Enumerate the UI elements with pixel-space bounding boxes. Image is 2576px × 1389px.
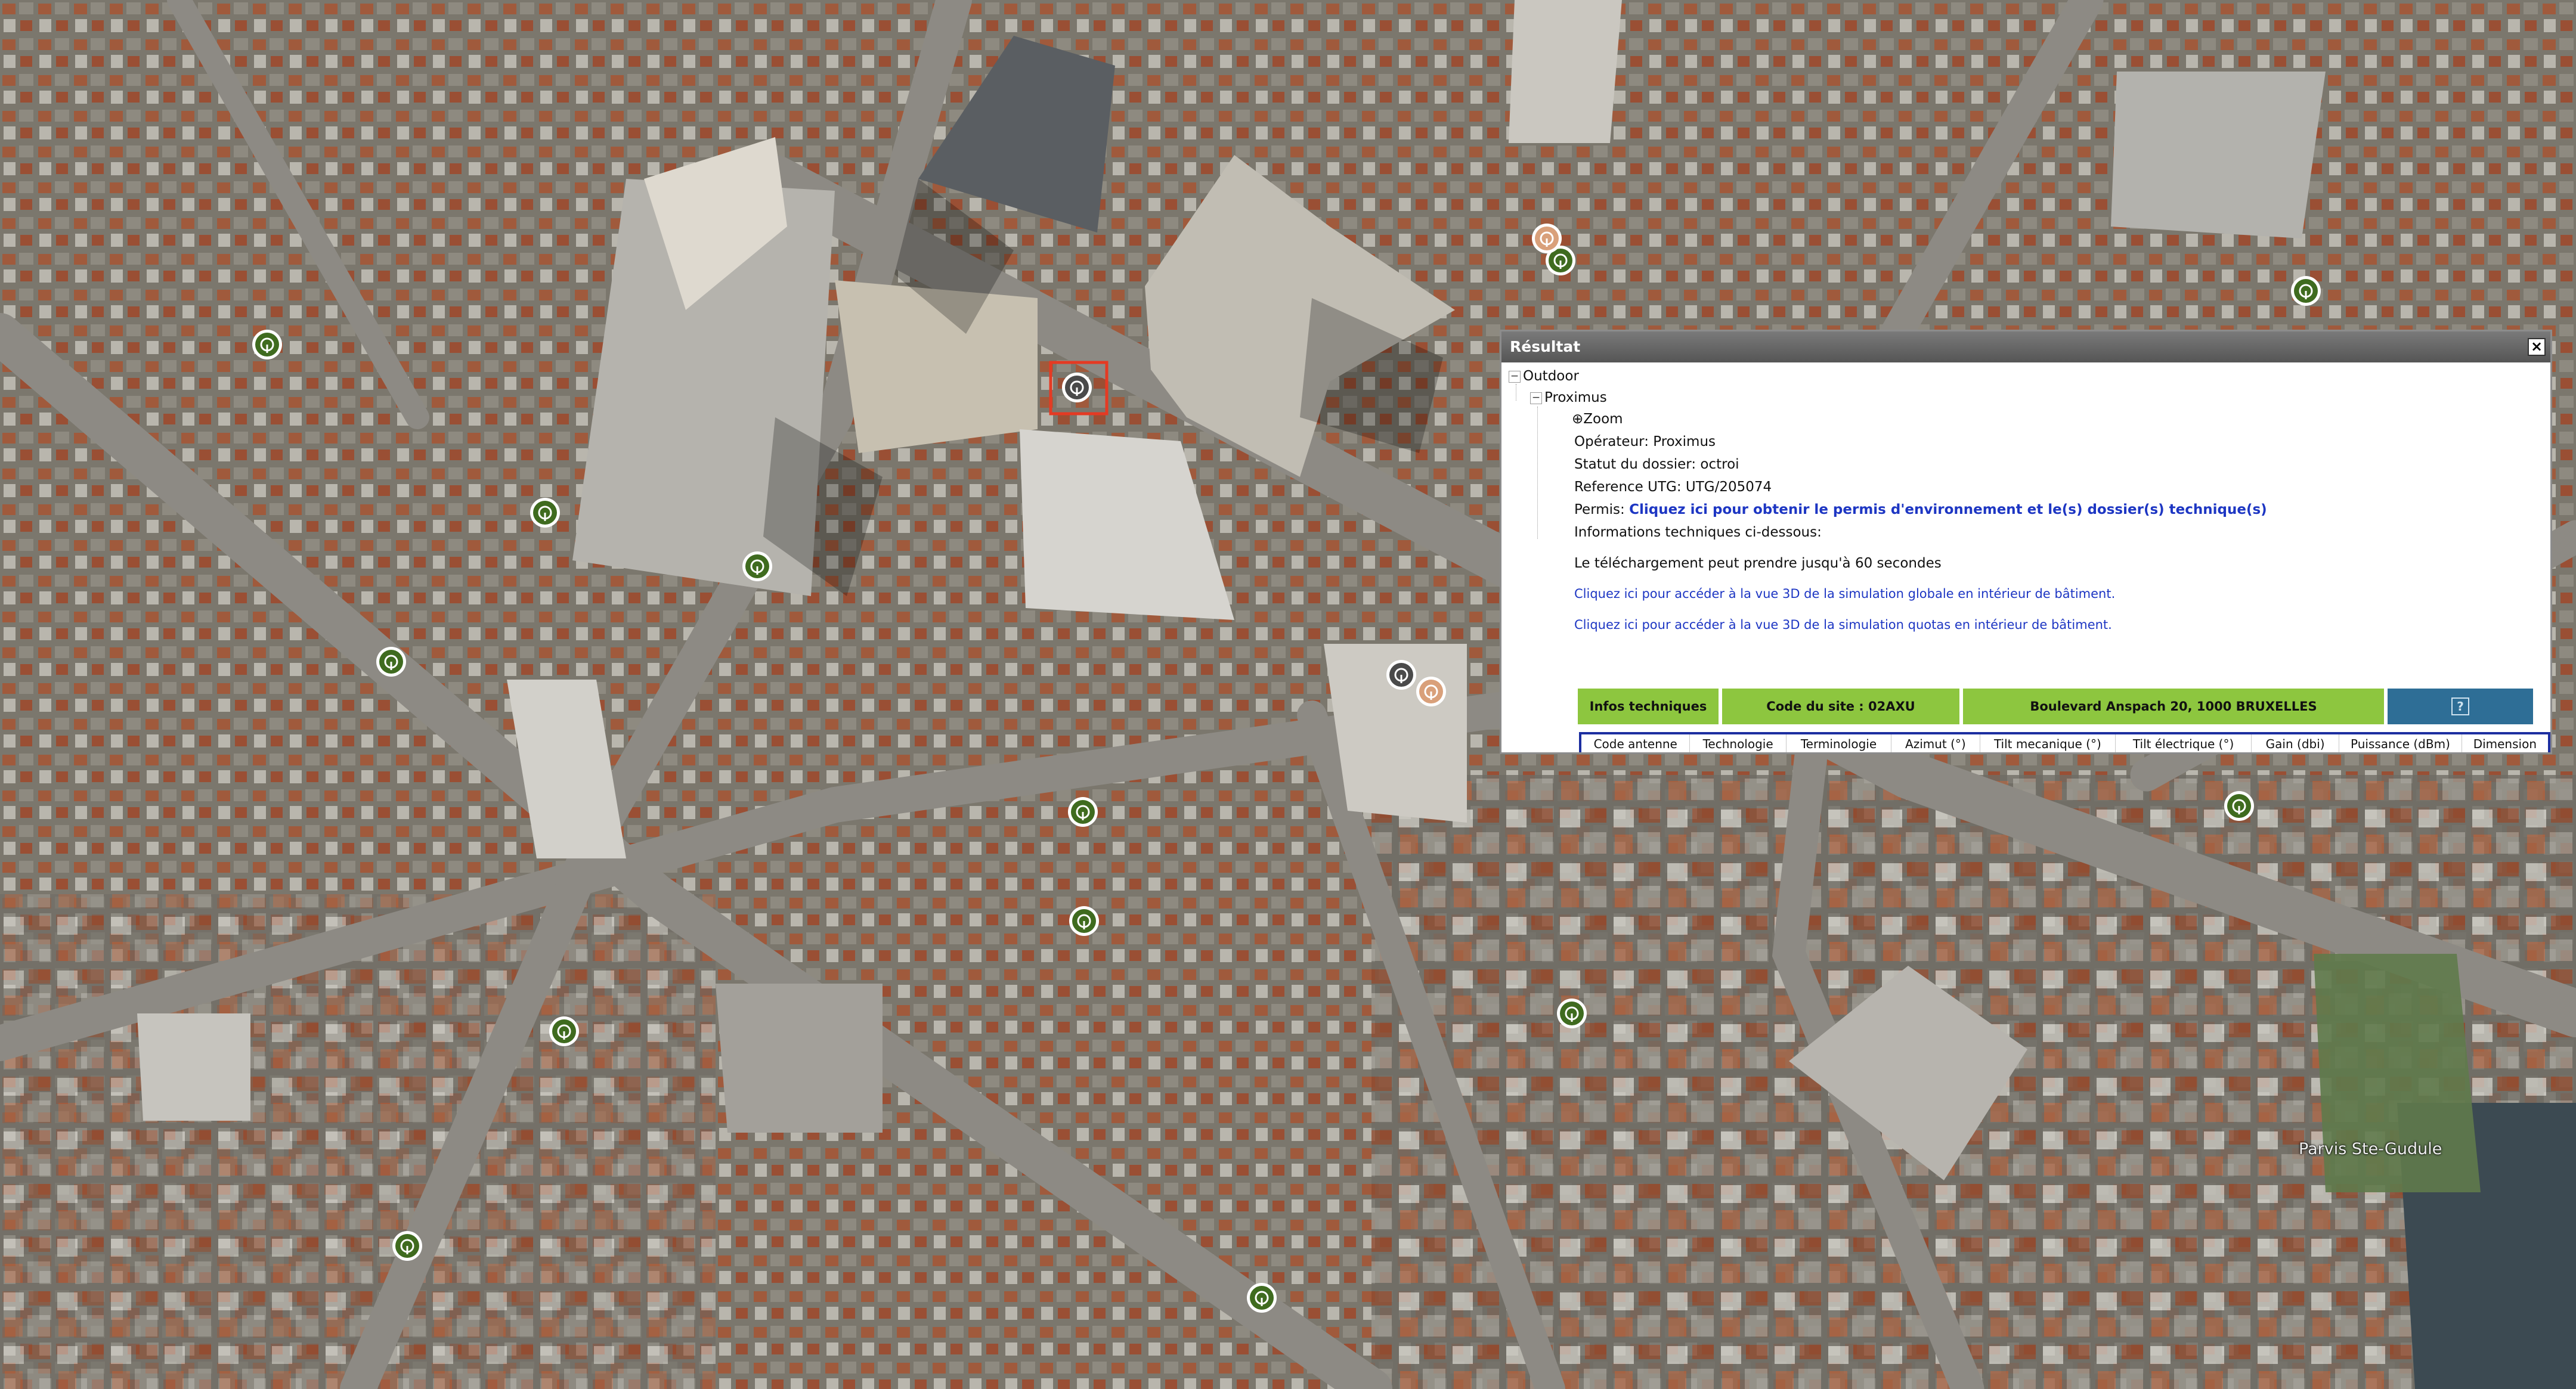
popup-title: Résultat: [1510, 338, 1581, 355]
help-cell: ?: [2388, 689, 2533, 724]
address-header: Boulevard Anspach 20, 1000 BRUXELLES: [1963, 689, 2384, 724]
link-simulation-globale[interactable]: Cliquez ici pour accéder à la vue 3D de …: [1574, 587, 2115, 601]
infos-text: Informations techniques ci-dessous:: [1574, 525, 1822, 540]
zoom-icon[interactable]: ⊕: [1572, 411, 1583, 427]
table-header-cell: Code antenne: [1580, 733, 1690, 752]
tree-line: [1537, 407, 1538, 539]
permis-row: Permis: Cliquez ici pour obtenir le perm…: [1574, 502, 2267, 517]
popup-content: − Outdoor − Proximus ⊕Zoom Opérateur: Prox…: [1501, 362, 2550, 752]
tree-node-proximus[interactable]: − Proximus: [1530, 390, 1607, 405]
table-header-cell: Terminologie: [1785, 733, 1892, 752]
operateur-text: Opérateur: Proximus: [1574, 434, 1716, 449]
site-code-header: Code du site : 02AXU: [1722, 689, 1959, 724]
table-header-cell: Technologie: [1689, 733, 1787, 752]
collapse-icon[interactable]: −: [1509, 370, 1521, 383]
table-header-cell: Gain (dbi): [2251, 733, 2340, 752]
infos-techniques-header: Infos techniques: [1578, 689, 1719, 724]
site-info-bar: Infos techniques Code du site : 02AXU Bo…: [1578, 689, 2537, 724]
help-icon[interactable]: ?: [2451, 697, 2469, 715]
antenna-table: Code antenne Technologie Terminologie Azimu…: [1579, 732, 2550, 752]
download-note: Le téléchargement peut prendre jusqu'à 6…: [1574, 556, 1942, 571]
table-header-row: Code antenne Technologie Terminologie Azimu…: [1580, 733, 2550, 752]
table-header-cell: Tilt électrique (°): [2115, 733, 2252, 752]
link-simulation-quotas[interactable]: Cliquez ici pour accéder à la vue 3D de …: [1574, 618, 2112, 632]
collapse-icon[interactable]: −: [1530, 392, 1542, 404]
table-header-cell: Tilt mecanique (°): [1979, 733, 2116, 752]
place-label: Parvis Ste-Gudule: [2299, 1140, 2442, 1158]
permis-link[interactable]: Cliquez ici pour obtenir le permis d'env…: [1629, 502, 2267, 517]
zoom-link[interactable]: ⊕Zoom: [1572, 411, 1623, 427]
reference-text: Reference UTG: UTG/205074: [1574, 479, 1772, 495]
table-header-cell: Puissance (dBm): [2339, 733, 2462, 752]
table-header-cell: Azimut (°): [1891, 733, 1980, 752]
tree-node-outdoor[interactable]: − Outdoor: [1509, 368, 1579, 384]
result-popup[interactable]: Résultat × − Outdoor − Proximus ⊕Zoom Opér…: [1500, 330, 2552, 754]
statut-text: Statut du dossier: octroi: [1574, 457, 1739, 472]
close-icon[interactable]: ×: [2528, 338, 2546, 356]
popup-titlebar[interactable]: Résultat ×: [1501, 331, 2550, 362]
table-header-cell: Dimension: [2461, 733, 2550, 752]
